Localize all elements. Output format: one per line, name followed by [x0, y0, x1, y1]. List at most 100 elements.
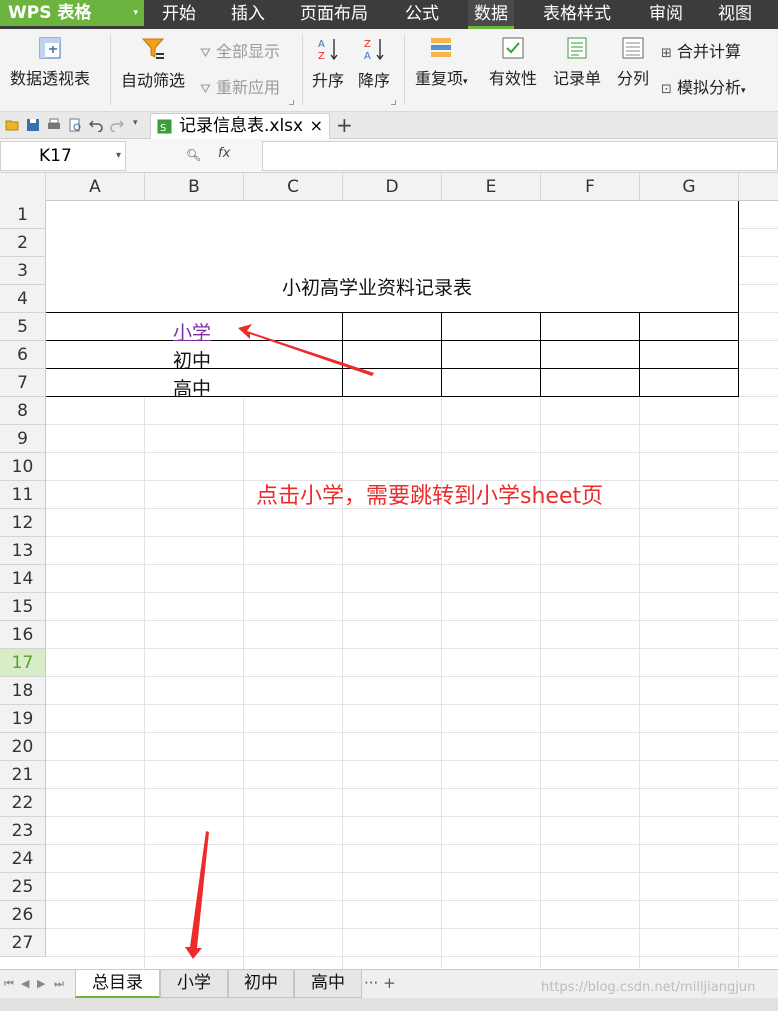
reapply-button[interactable]: ⛛ 重新应用 — [200, 74, 280, 98]
menu-review[interactable]: 审阅 — [649, 0, 683, 29]
record-form-button[interactable]: 记录单 — [553, 37, 601, 89]
row-header-18[interactable]: 18 — [0, 677, 46, 705]
row-header-9[interactable]: 9 — [0, 425, 46, 453]
ribbon-divider — [302, 35, 303, 105]
ribbon-divider — [110, 35, 111, 105]
ribbon-divider — [404, 35, 405, 105]
row-header-8[interactable]: 8 — [0, 397, 46, 425]
row-header-6[interactable]: 6 — [0, 341, 46, 369]
consolidate-button[interactable]: ⊞ 合并计算 — [661, 38, 741, 62]
autofilter-button[interactable]: 自动筛选 — [121, 37, 185, 91]
data-validation-button[interactable]: 有效性 — [489, 37, 537, 89]
quick-access-dropdown-icon[interactable]: ▾ — [133, 118, 138, 128]
row-header-22[interactable]: 22 — [0, 789, 46, 817]
function-icon[interactable]: fx — [218, 146, 230, 161]
row-header-14[interactable]: 14 — [0, 565, 46, 593]
filter-reapply-icon: ⛛ — [200, 82, 211, 97]
row-header-25[interactable]: 25 — [0, 873, 46, 901]
row-header-27[interactable]: 27 — [0, 929, 46, 957]
sheet-tab-senior-high[interactable]: 高中 — [294, 970, 362, 998]
pivot-table-icon — [39, 37, 61, 59]
close-icon[interactable]: × — [310, 114, 323, 138]
column-header-a[interactable]: A — [46, 173, 145, 201]
save-icon[interactable] — [26, 118, 40, 132]
document-tab[interactable]: S 记录信息表.xlsx × — [150, 113, 330, 139]
row-header-17[interactable]: 17 — [0, 649, 46, 677]
sort-group-launcher-icon[interactable] — [391, 100, 396, 105]
menu-formulas[interactable]: 公式 — [405, 0, 439, 29]
print-icon[interactable] — [47, 118, 61, 132]
chevron-down-icon: ▾ — [741, 86, 746, 96]
text-to-columns-button[interactable]: 分列 — [617, 37, 649, 89]
column-header-b[interactable]: B — [145, 173, 244, 201]
column-header-g[interactable]: G — [640, 173, 739, 201]
sort-ascending-label: 升序 — [312, 71, 345, 90]
row-header-7[interactable]: 7 — [0, 369, 46, 397]
row-header-5[interactable]: 5 — [0, 313, 46, 341]
row-header-11[interactable]: 11 — [0, 481, 46, 509]
name-box-value: K17 — [39, 146, 72, 166]
new-tab-button[interactable]: + — [336, 112, 353, 138]
add-sheet-button[interactable]: ··· + — [364, 974, 396, 992]
zoom-icon[interactable]: 🔍︎ — [186, 148, 201, 162]
next-sheet-icon[interactable]: ▶ — [37, 977, 45, 990]
column-header-e[interactable]: E — [442, 173, 541, 201]
menu-data[interactable]: 数据 — [468, 0, 514, 29]
row-header-26[interactable]: 26 — [0, 901, 46, 929]
row-header-23[interactable]: 23 — [0, 817, 46, 845]
redo-icon[interactable] — [110, 118, 124, 132]
duplicates-button[interactable]: 重复项▾ — [415, 37, 468, 89]
row-header-20[interactable]: 20 — [0, 733, 46, 761]
row-header-1[interactable]: 1 — [0, 201, 46, 229]
hyperlink-primary-school[interactable]: 小学 — [173, 318, 211, 345]
column-header-d[interactable]: D — [343, 173, 442, 201]
formula-input[interactable] — [262, 141, 778, 171]
row-header-15[interactable]: 15 — [0, 593, 46, 621]
sort-descending-button[interactable]: ZA 降序 — [358, 37, 390, 91]
row-header-4[interactable]: 4 — [0, 285, 46, 313]
select-all-corner[interactable] — [0, 173, 46, 201]
what-if-analysis-button[interactable]: ⊡ 模拟分析▾ — [661, 74, 746, 98]
filter-group-launcher-icon[interactable] — [289, 100, 294, 105]
svg-text:A: A — [318, 39, 325, 50]
consolidate-label: 合并计算 — [677, 42, 742, 61]
app-logo-button[interactable]: WPS 表格 ▾ — [0, 0, 144, 26]
cell-senior-high[interactable]: 高中 — [173, 374, 211, 401]
cell-junior-high[interactable]: 初中 — [173, 346, 211, 373]
svg-text:Z: Z — [318, 51, 325, 61]
row-header-10[interactable]: 10 — [0, 453, 46, 481]
menu-table-style[interactable]: 表格样式 — [543, 0, 611, 29]
row-header-3[interactable]: 3 — [0, 257, 46, 285]
sort-ascending-button[interactable]: AZ 升序 — [312, 37, 344, 91]
open-folder-icon[interactable] — [5, 118, 19, 132]
row-header-16[interactable]: 16 — [0, 621, 46, 649]
row-header-12[interactable]: 12 — [0, 509, 46, 537]
last-sheet-icon[interactable]: ⏭ — [54, 977, 64, 991]
menu-insert[interactable]: 插入 — [231, 0, 265, 29]
previous-sheet-icon[interactable]: ◀ — [21, 977, 29, 990]
row-header-19[interactable]: 19 — [0, 705, 46, 733]
cell-area[interactable]: 小初高学业资料记录表 小学 初中 高中 — [46, 201, 778, 969]
menu-home[interactable]: 开始 — [162, 0, 196, 29]
name-box[interactable]: K17 ▾ — [0, 141, 126, 171]
first-sheet-icon[interactable]: ⏮ — [4, 977, 14, 991]
autofilter-label: 自动筛选 — [121, 71, 186, 90]
column-header-c[interactable]: C — [244, 173, 343, 201]
undo-icon[interactable] — [89, 118, 103, 132]
print-preview-icon[interactable] — [68, 118, 82, 132]
pivot-table-button[interactable]: 数据透视表 — [10, 37, 90, 89]
menu-page-layout[interactable]: 页面布局 — [300, 0, 368, 29]
sheet-tab-primary[interactable]: 小学 — [160, 970, 228, 998]
ribbon-data-tab: 数据透视表 自动筛选 ⛛ 全部显示 ⛛ 重新应用 AZ 升序 ZA 降序 重复项… — [0, 29, 778, 112]
column-header-f[interactable]: F — [541, 173, 640, 201]
sheet-tab-junior-high[interactable]: 初中 — [228, 970, 294, 998]
sort-ascending-icon: AZ — [318, 39, 338, 61]
row-header-2[interactable]: 2 — [0, 229, 46, 257]
row-header-21[interactable]: 21 — [0, 761, 46, 789]
chevron-down-icon[interactable]: ▾ — [116, 142, 121, 170]
show-all-button[interactable]: ⛛ 全部显示 — [200, 38, 280, 62]
menu-view[interactable]: 视图 — [718, 0, 752, 29]
row-header-13[interactable]: 13 — [0, 537, 46, 565]
sheet-tab-contents[interactable]: 总目录 — [75, 970, 160, 998]
row-header-24[interactable]: 24 — [0, 845, 46, 873]
